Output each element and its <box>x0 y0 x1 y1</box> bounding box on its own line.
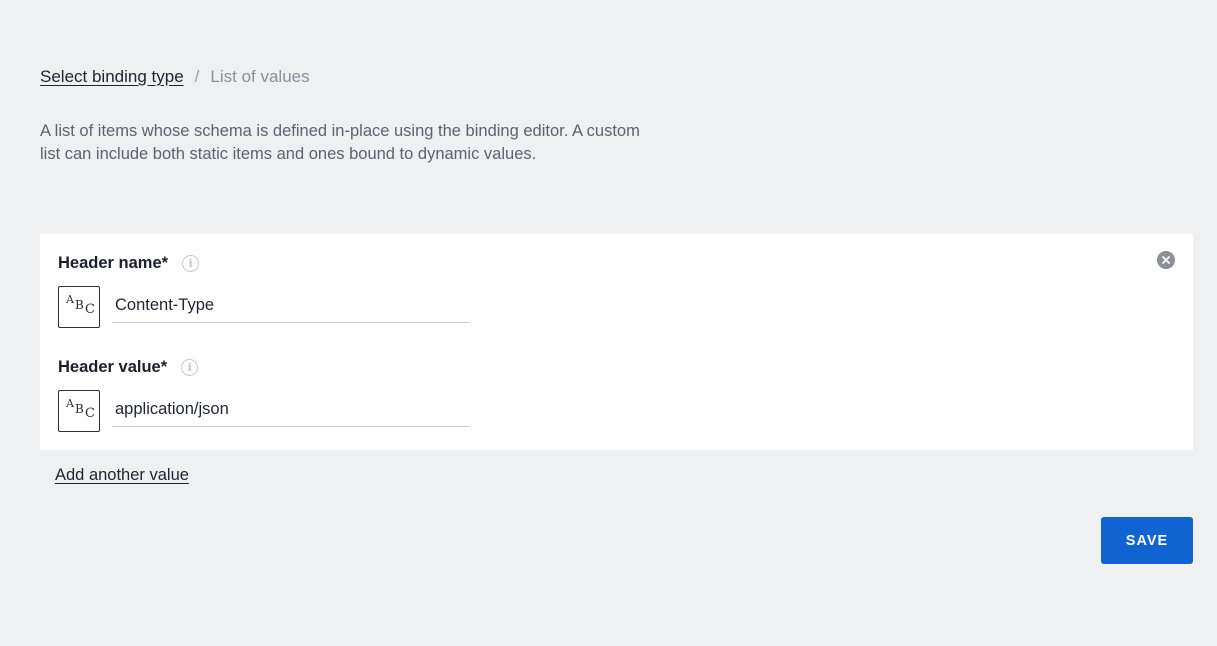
info-icon[interactable]: i <box>181 359 199 376</box>
binding-description: A list of items whose schema is defined … <box>40 122 640 163</box>
text-type-icon[interactable]: A B C <box>58 286 100 328</box>
header-value-label-row: Header value* i <box>58 358 199 377</box>
breadcrumb-separator: / <box>194 67 200 86</box>
breadcrumb-link-select-binding-type[interactable]: Select binding type <box>40 66 184 88</box>
remove-item-button[interactable] <box>1157 251 1175 269</box>
info-icon[interactable]: i <box>182 255 200 272</box>
header-name-input-wrap <box>112 289 469 323</box>
add-another-value-link[interactable]: Add another value <box>55 466 189 485</box>
close-circle-icon <box>1162 256 1170 264</box>
save-button[interactable]: SAVE <box>1101 517 1193 564</box>
header-value-input[interactable] <box>112 393 469 426</box>
header-name-label: Header name* <box>58 254 169 272</box>
header-name-input[interactable] <box>112 289 469 322</box>
breadcrumb-current: List of values <box>210 67 310 86</box>
header-value-input-wrap <box>112 393 469 427</box>
header-value-label: Header value* <box>58 358 168 376</box>
list-item-card: Header name* i A B C Header value* i A B… <box>40 234 1193 450</box>
text-type-icon[interactable]: A B C <box>58 390 100 432</box>
breadcrumb: Select binding type / List of values <box>40 66 310 88</box>
header-name-label-row: Header name* i <box>58 254 200 273</box>
binding-editor-page: Select binding type / List of values A l… <box>0 0 1217 646</box>
